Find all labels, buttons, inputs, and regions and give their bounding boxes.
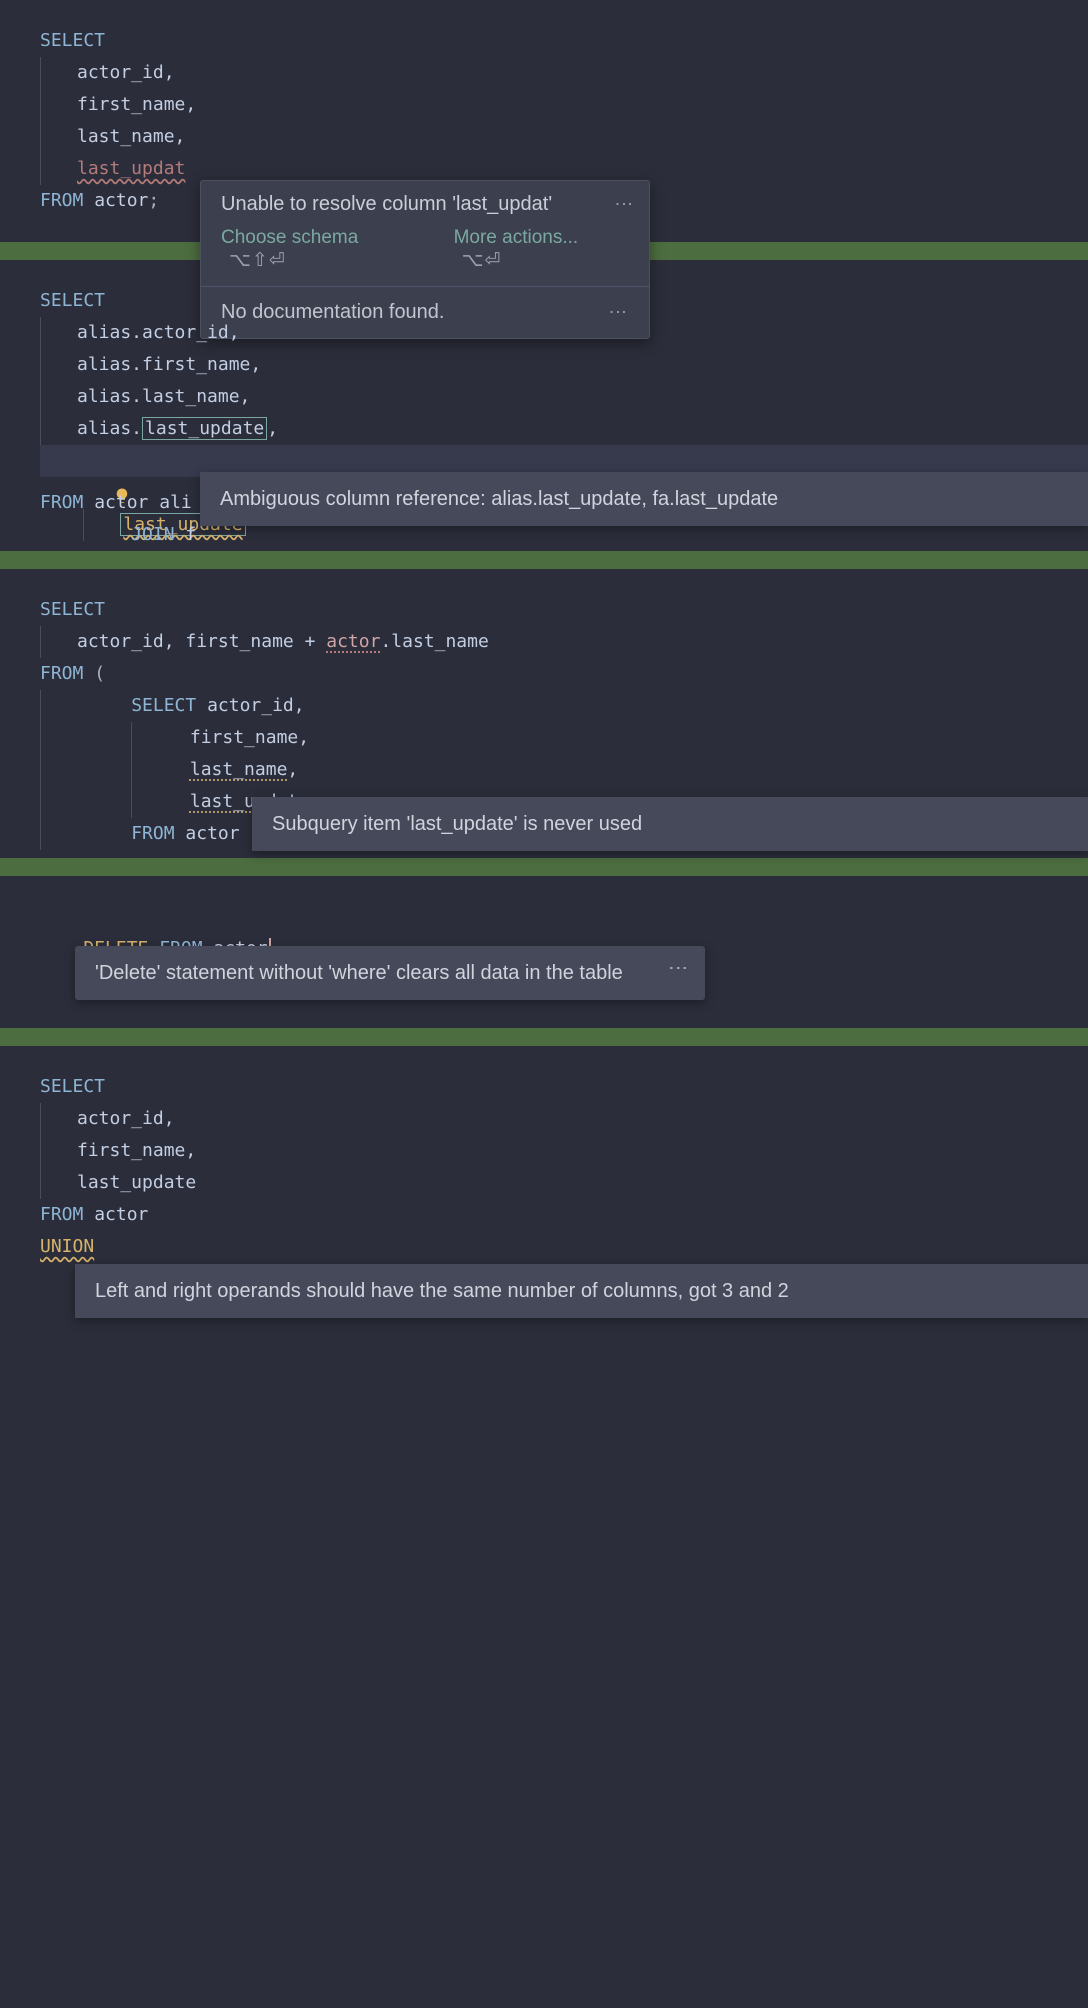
keyword-from-open: FROM [40, 663, 83, 684]
err-actor-ref[interactable]: actor [326, 631, 380, 652]
keyword-join: JOIN [131, 524, 174, 545]
more-options-icon[interactable]: ⋮ [613, 195, 635, 215]
col-actor-id: actor_id, [77, 1108, 175, 1129]
intention-bulb-icon[interactable] [48, 452, 66, 470]
alias-text: ali [159, 492, 192, 513]
col-alias-actor-id: alias.actor_id, [77, 322, 240, 343]
more-actions-action[interactable]: More actions... [454, 227, 579, 248]
section-divider [0, 551, 1088, 569]
tooltip-union-mismatch: Left and right operands should have the … [75, 1264, 1088, 1318]
column-actor-id: actor_id, [77, 62, 175, 83]
col-alias-last-update: alias. [77, 418, 142, 439]
inner-col3-warn[interactable]: last_name [190, 759, 288, 780]
section-divider [0, 1028, 1088, 1046]
section-divider [0, 858, 1088, 876]
outer-cols: actor_id, first_name + [77, 631, 326, 652]
col-last-update: last_update [77, 1172, 196, 1193]
tooltip-ambiguous: Ambiguous column reference: alias.last_u… [200, 472, 1088, 526]
choose-schema-action[interactable]: Choose schema [221, 227, 358, 248]
col-first-name: first_name, [77, 1140, 196, 1161]
keyword-from: FROM [40, 492, 83, 513]
keyword-from: FROM [40, 1204, 83, 1225]
inner-col1: actor_id, [207, 695, 305, 716]
col-alias-first-name: alias.first_name, [77, 354, 261, 375]
code-block-3: SELECT actor_id, first_name + actor.last… [0, 569, 1088, 858]
inner-table: actor [185, 823, 239, 844]
table-actor: actor [94, 492, 148, 513]
keyword-from: FROM [40, 190, 83, 211]
keyword-union-warn[interactable]: UNION [40, 1236, 94, 1257]
tooltip-delete-text: 'Delete' statement without 'where' clear… [95, 962, 623, 984]
table-actor: actor [94, 1204, 148, 1225]
tooltip-subquery-unused: Subquery item 'last_update' is never use… [252, 797, 1088, 851]
code-block-4: DELETE FROM actor 'Delete' statement wit… [0, 876, 1088, 1028]
inner-col2: first_name, [190, 727, 309, 748]
keyword-select: SELECT [40, 599, 105, 620]
table-actor: actor [94, 190, 148, 211]
column-error-last-updat[interactable]: last_updat [77, 158, 185, 179]
code-block-1: SELECT actor_id, first_name, last_name, … [0, 0, 1088, 242]
inner-from: FROM [131, 823, 174, 844]
tooltip-more-icon[interactable]: ⋮ [663, 958, 693, 978]
outer-tail: .last_name [380, 631, 488, 652]
inner-select: SELECT [131, 695, 196, 716]
col-alias-last-name: alias.last_name, [77, 386, 250, 407]
column-first-name: first_name, [77, 94, 196, 115]
join-table-f: f [185, 524, 196, 545]
keyword-select: SELECT [40, 290, 105, 311]
popup-title: Unable to resolve column 'last_updat' [201, 181, 649, 218]
boxed-last-update: last_update [142, 417, 267, 440]
keyword-select: SELECT [40, 30, 105, 51]
tooltip-delete-warning: 'Delete' statement without 'where' clear… [75, 946, 705, 1000]
keyword-select: SELECT [40, 1076, 105, 1097]
column-last-name: last_name, [77, 126, 185, 147]
code-block-2: SELECT alias.actor_id, alias.first_name,… [0, 260, 1088, 551]
code-block-5: SELECT actor_id, first_name, last_update… [0, 1046, 1088, 1311]
semicolon: ; [148, 190, 159, 211]
